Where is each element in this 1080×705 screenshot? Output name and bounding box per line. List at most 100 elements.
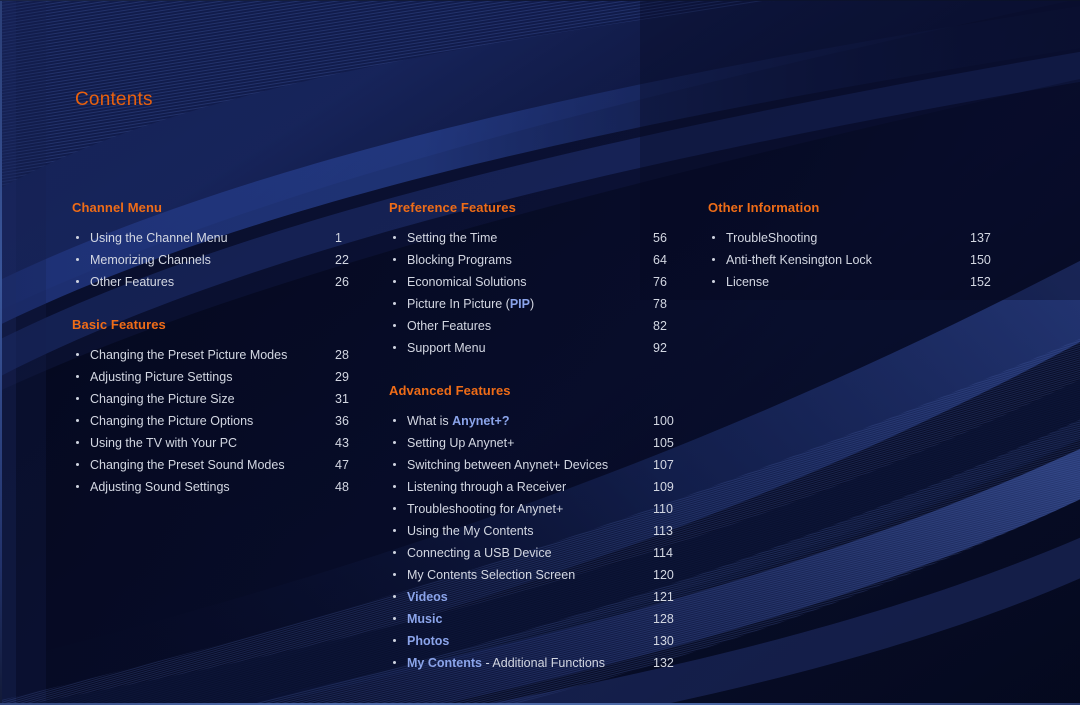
- toc-entry[interactable]: Adjusting Sound Settings 48: [72, 476, 372, 498]
- toc-entry-label: Anti-theft Kensington Lock: [726, 253, 872, 267]
- toc-entry-page-number: 107: [653, 458, 674, 472]
- bullet-icon: [393, 573, 396, 576]
- toc-entry-page-number: 130: [653, 634, 674, 648]
- bullet-icon: [76, 441, 79, 444]
- toc-entry-label: Changing the Picture Options: [90, 414, 254, 428]
- toc-entry-label: Other Features: [90, 275, 175, 289]
- bullet-icon: [76, 280, 79, 283]
- bullet-icon: [393, 419, 396, 422]
- toc-entry[interactable]: Memorizing Channels 22: [72, 249, 372, 271]
- toc-entry-label: Other Features: [407, 319, 492, 333]
- toc-entry-page-number: 28: [335, 348, 349, 362]
- toc-entry[interactable]: Economical Solutions 76: [389, 271, 689, 293]
- toc-entry-label: Videos: [407, 590, 448, 604]
- toc-entry[interactable]: Changing the Picture Size 31: [72, 388, 372, 410]
- toc-entry[interactable]: Other Features 82: [389, 315, 689, 337]
- toc-entry[interactable]: Music 128: [389, 608, 689, 630]
- toc-entry[interactable]: Setting the Time 56: [389, 227, 689, 249]
- section-heading: Channel Menu: [72, 200, 163, 215]
- toc-entry-label: Using the TV with Your PC: [90, 436, 238, 450]
- bullet-icon: [76, 236, 79, 239]
- toc-entry[interactable]: Other Features 26: [72, 271, 372, 293]
- toc-entry[interactable]: Using the TV with Your PC 43: [72, 432, 372, 454]
- bullet-icon: [393, 441, 396, 444]
- toc-entry-label: Troubleshooting for Anynet+: [407, 502, 564, 516]
- toc-entry[interactable]: License 152: [708, 271, 1008, 293]
- toc-entry-page-number: 100: [653, 414, 674, 428]
- toc-entry-label: Changing the Picture Size: [90, 392, 235, 406]
- toc-entry-page-number: 120: [653, 568, 674, 582]
- bullet-icon: [393, 485, 396, 488]
- toc-entry[interactable]: Troubleshooting for Anynet+ 110: [389, 498, 689, 520]
- toc-list: What is Anynet+? 100 Setting Up Anynet+ 105…: [389, 410, 689, 674]
- toc-entry[interactable]: Using the Channel Menu 1: [72, 227, 372, 249]
- toc-entry[interactable]: My Contents Selection Screen 120: [389, 564, 689, 586]
- toc-entry-page-number: 78: [653, 297, 667, 311]
- toc-entry-page-number: 109: [653, 480, 674, 494]
- toc-entry[interactable]: Picture In Picture (PIP) 78: [389, 293, 689, 315]
- bullet-icon: [712, 258, 715, 261]
- toc-entry-label: License: [726, 275, 770, 289]
- toc-entry[interactable]: Changing the Picture Options 36: [72, 410, 372, 432]
- bullet-icon: [393, 280, 396, 283]
- section-heading: Basic Features: [72, 317, 166, 332]
- toc-entry[interactable]: Support Menu 92: [389, 337, 689, 359]
- toc-entry-page-number: 137: [970, 231, 991, 245]
- toc-entry-label: Connecting a USB Device: [407, 546, 552, 560]
- toc-entry-label: Photos: [407, 634, 450, 648]
- toc-entry-page-number: 56: [653, 231, 667, 245]
- toc-entry-label: Changing the Preset Picture Modes: [90, 348, 288, 362]
- toc-entry-label: Support Menu: [407, 341, 486, 355]
- bullet-icon: [76, 375, 79, 378]
- toc-entry-page-number: 22: [335, 253, 349, 267]
- toc-entry-label: Picture In Picture (PIP): [407, 297, 535, 311]
- toc-section: Advanced Features What is Anynet+? 100 Sett…: [389, 383, 689, 674]
- toc-entry-page-number: 76: [653, 275, 667, 289]
- toc-entry[interactable]: Listening through a Receiver 109: [389, 476, 689, 498]
- toc-entry[interactable]: Setting Up Anynet+ 105: [389, 432, 689, 454]
- bullet-icon: [393, 258, 396, 261]
- toc-entry[interactable]: TroubleShooting 137: [708, 227, 1008, 249]
- toc-entry[interactable]: Changing the Preset Picture Modes 28: [72, 344, 372, 366]
- toc-entry[interactable]: Using the My Contents 113: [389, 520, 689, 542]
- toc-entry[interactable]: Photos 130: [389, 630, 689, 652]
- toc-section: Basic Features Changing the Preset Pictur…: [72, 317, 372, 498]
- toc-entry-page-number: 64: [653, 253, 667, 267]
- bullet-icon: [393, 595, 396, 598]
- toc-entry-label: Using the Channel Menu: [90, 231, 228, 245]
- toc-entry-label: Using the My Contents: [407, 524, 534, 538]
- toc-list: Using the Channel Menu 1 Memorizing Channe…: [72, 227, 372, 293]
- toc-entry[interactable]: Videos 121: [389, 586, 689, 608]
- bullet-icon: [76, 485, 79, 488]
- bullet-icon: [393, 236, 396, 239]
- toc-entry[interactable]: Switching between Anynet+ Devices 107: [389, 454, 689, 476]
- bullet-icon: [76, 463, 79, 466]
- bullet-icon: [393, 324, 396, 327]
- bullet-icon: [393, 302, 396, 305]
- toc-entry[interactable]: My Contents - Additional Functions 132: [389, 652, 689, 674]
- toc-entry-label: Listening through a Receiver: [407, 480, 567, 494]
- bullet-icon: [393, 617, 396, 620]
- toc-entry-page-number: 31: [335, 392, 349, 406]
- toc-entry-label: My Contents Selection Screen: [407, 568, 576, 582]
- toc-entry[interactable]: What is Anynet+? 100: [389, 410, 689, 432]
- toc-column-1: Channel Menu Using the Channel Menu 1 Memor…: [72, 200, 372, 498]
- toc-entry[interactable]: Blocking Programs 64: [389, 249, 689, 271]
- toc-entry[interactable]: Anti-theft Kensington Lock 150: [708, 249, 1008, 271]
- bullet-icon: [712, 236, 715, 239]
- bullet-icon: [393, 529, 396, 532]
- page-title: Contents: [75, 89, 153, 110]
- toc-entry-page-number: 152: [970, 275, 991, 289]
- toc-entry[interactable]: Changing the Preset Sound Modes 47: [72, 454, 372, 476]
- toc-entry-page-number: 48: [335, 480, 349, 494]
- top-border-accent: [0, 0, 1080, 1]
- toc-entry-page-number: 92: [653, 341, 667, 355]
- toc-entry[interactable]: Adjusting Picture Settings 29: [72, 366, 372, 388]
- left-border-accent: [0, 0, 2, 705]
- toc-entry-page-number: 26: [335, 275, 349, 289]
- toc-entry[interactable]: Connecting a USB Device 114: [389, 542, 689, 564]
- toc-entry-page-number: 114: [653, 546, 673, 560]
- toc-list: Setting the Time 56 Blocking Programs 64 Eco…: [389, 227, 689, 359]
- toc-entry-page-number: 36: [335, 414, 349, 428]
- toc-entry-label: Memorizing Channels: [90, 253, 211, 267]
